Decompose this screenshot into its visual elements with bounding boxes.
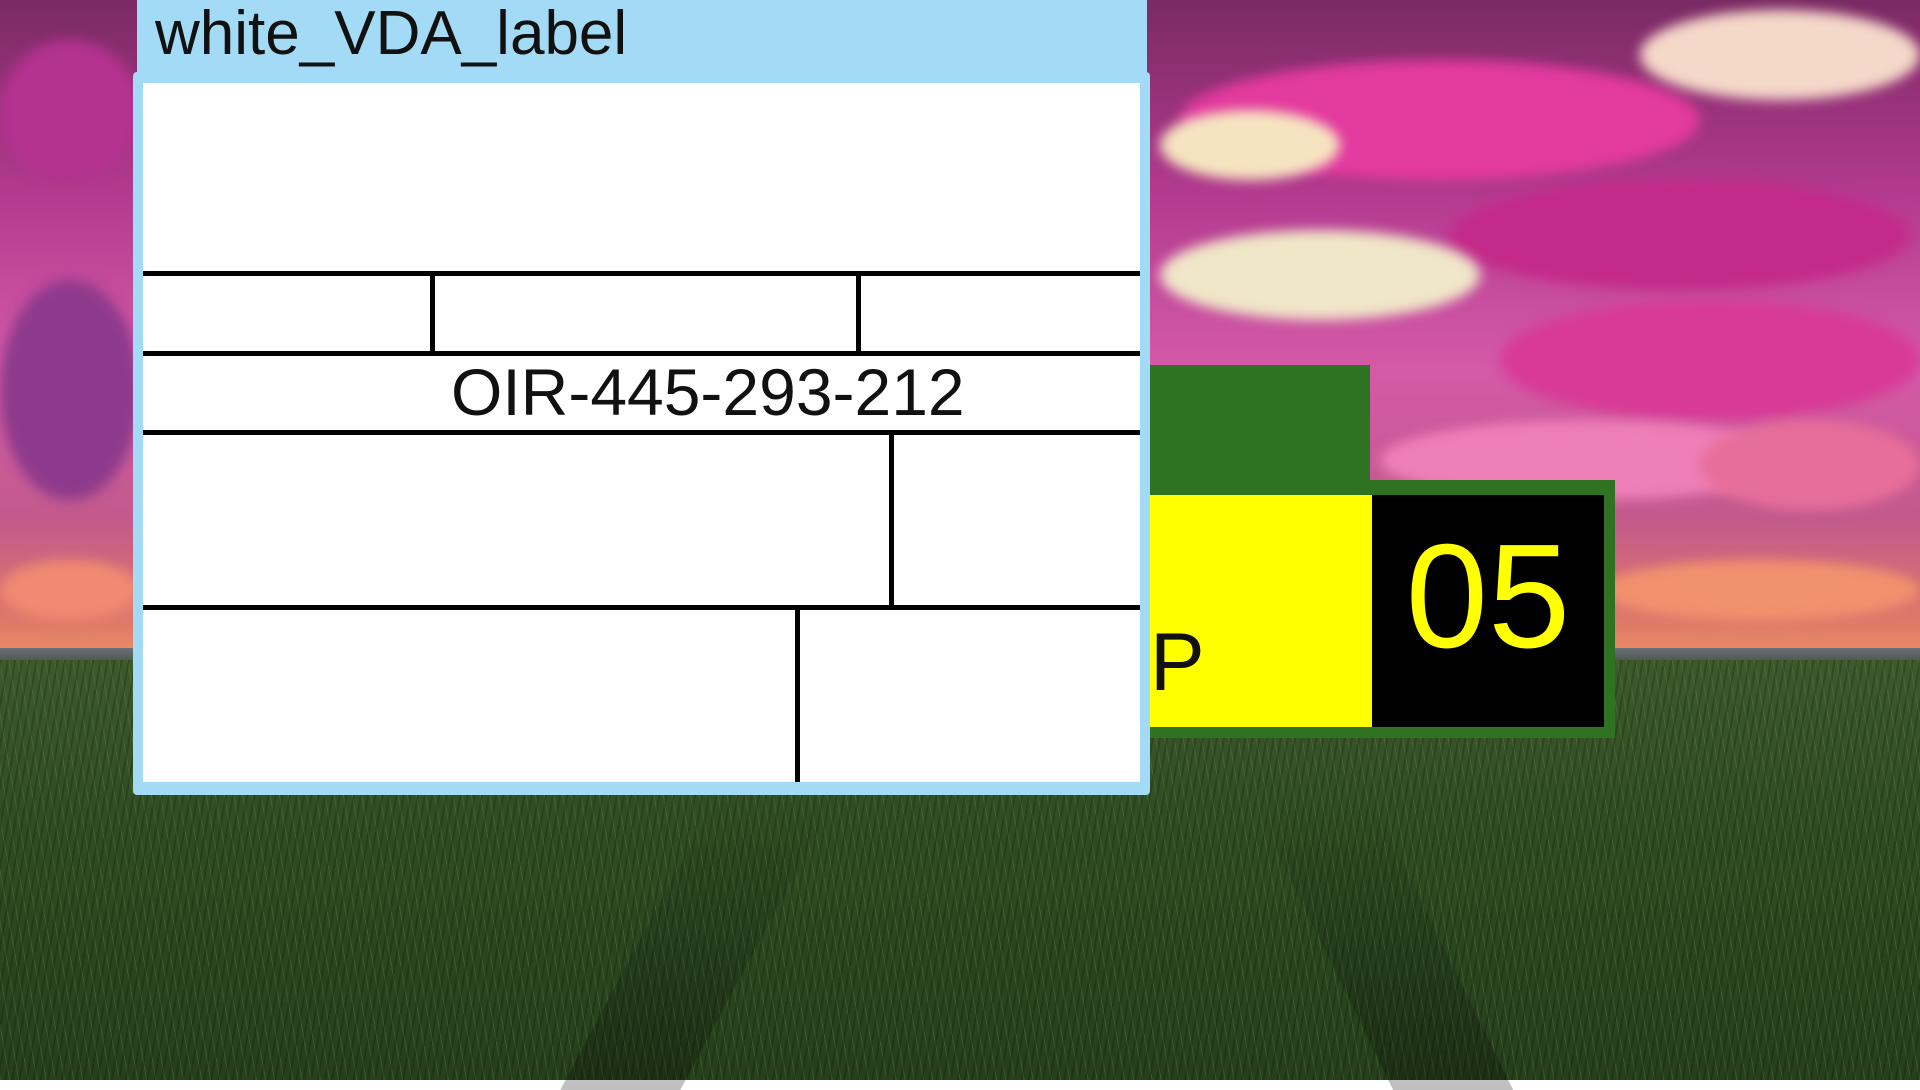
green-label-number: 05	[1405, 514, 1571, 679]
cloud	[0, 280, 140, 500]
green-label-tab[interactable]	[1140, 365, 1370, 495]
label-divider	[856, 271, 861, 353]
cloud	[0, 40, 140, 180]
part-code: OIR-445-293-212	[451, 355, 965, 429]
label-divider	[143, 271, 1140, 276]
label-divider	[143, 605, 1140, 610]
label-divider	[430, 271, 435, 353]
cloud	[1600, 560, 1920, 620]
label-divider	[795, 605, 800, 782]
label-divider	[143, 430, 1140, 435]
window-title: white_VDA_label	[155, 0, 628, 68]
white-vda-label-window[interactable]: white_VDA_label OIR-445-293-212	[133, 0, 1150, 795]
cloud	[1450, 180, 1910, 290]
cloud	[1160, 110, 1340, 180]
label-divider	[889, 430, 894, 607]
vda-label-sheet[interactable]	[143, 83, 1140, 782]
cloud	[1500, 300, 1920, 420]
cloud	[1640, 10, 1920, 100]
green-label-letter: P	[1150, 617, 1205, 708]
cloud	[1700, 420, 1920, 510]
cloud	[1160, 230, 1480, 320]
cloud	[0, 560, 140, 620]
window-titlebar[interactable]: white_VDA_label	[137, 0, 1147, 76]
